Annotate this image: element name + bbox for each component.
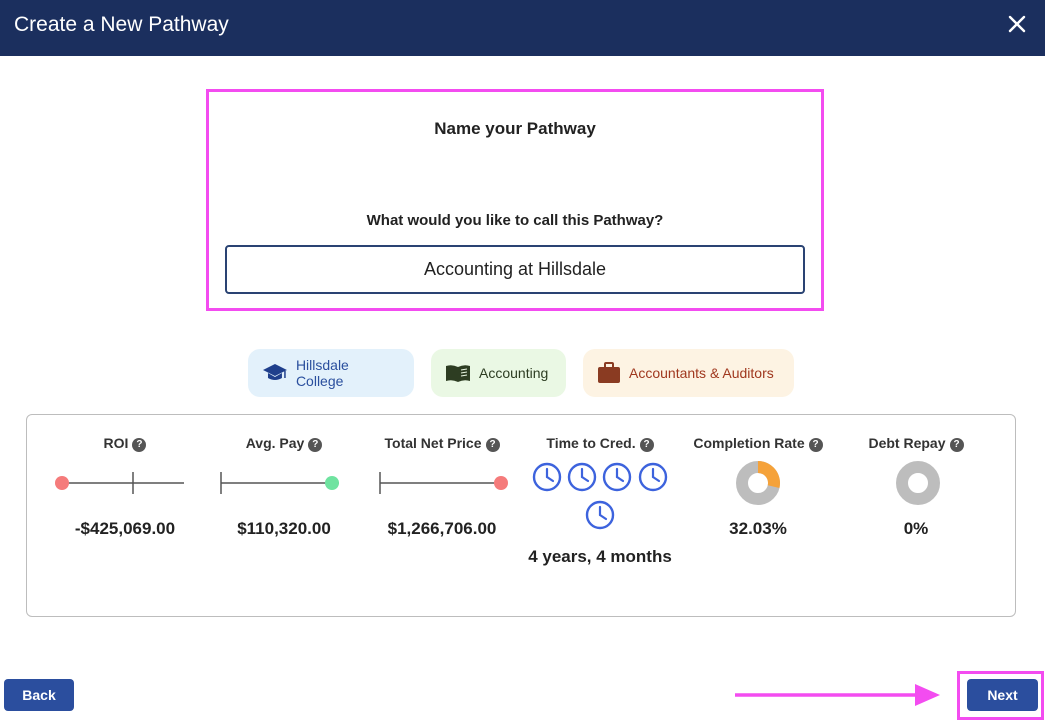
help-icon[interactable]: ? — [639, 438, 654, 452]
major-tag-label: Accounting — [479, 365, 549, 381]
next-button[interactable]: Next — [967, 679, 1038, 711]
college-tag-label: Hillsdale College — [295, 357, 349, 389]
help-icon[interactable]: ? — [132, 438, 147, 452]
completion-rate-value: 32.03% — [729, 519, 787, 538]
arrow-annotation — [735, 684, 940, 706]
book-icon — [446, 365, 470, 382]
net-price-range-graphic — [379, 472, 508, 494]
debt-repay-value: 0% — [903, 519, 929, 538]
roi-range-graphic — [55, 472, 184, 494]
clock-icons — [532, 462, 668, 530]
debt-repay-donut — [896, 461, 940, 505]
pathway-stats-panel: ROI? -$425,069.00 Avg. Pay? $110,320.00 … — [26, 414, 1016, 617]
help-icon[interactable]: ? — [308, 438, 323, 452]
modal-header: Create a New Pathway — [0, 0, 1045, 56]
total-net-price-label: Total Net Price? — [367, 435, 517, 452]
briefcase-icon — [598, 362, 620, 383]
completion-rate-donut — [736, 461, 780, 505]
major-tag[interactable]: Accounting — [431, 349, 566, 397]
avg-pay-range-graphic — [220, 472, 339, 494]
pathway-name-input[interactable] — [225, 245, 805, 294]
name-prompt: What would you like to call this Pathway… — [366, 212, 664, 229]
roi-value: -$425,069.00 — [74, 519, 176, 538]
help-icon[interactable]: ? — [949, 438, 964, 452]
help-icon[interactable]: ? — [485, 438, 500, 452]
time-to-cred-value: 4 years, 4 months — [528, 547, 672, 566]
roi-label: ROI? — [50, 435, 200, 452]
avg-pay-label: Avg. Pay? — [209, 435, 359, 452]
career-tag-label: Accountants & Auditors — [629, 365, 774, 381]
pathway-name-section: Name your Pathway What would you like to… — [206, 89, 824, 311]
graduation-cap-icon — [262, 364, 287, 380]
avg-pay-value: $110,320.00 — [237, 519, 331, 538]
debt-repay-label: Debt Repay? — [841, 435, 991, 452]
help-icon[interactable]: ? — [808, 438, 823, 452]
clock-icon — [532, 462, 562, 492]
college-tag[interactable]: Hillsdale College — [248, 349, 414, 397]
career-tag[interactable]: Accountants & Auditors — [583, 349, 794, 397]
completion-rate-label: Completion Rate? — [683, 435, 833, 452]
close-icon[interactable] — [1003, 10, 1031, 38]
modal-title: Create a New Pathway — [14, 13, 229, 36]
time-to-cred-label: Time to Cred.? — [525, 435, 675, 452]
section-heading: Name your Pathway — [434, 119, 596, 138]
back-button[interactable]: Back — [4, 679, 74, 711]
total-net-price-value: $1,266,706.00 — [387, 519, 497, 538]
